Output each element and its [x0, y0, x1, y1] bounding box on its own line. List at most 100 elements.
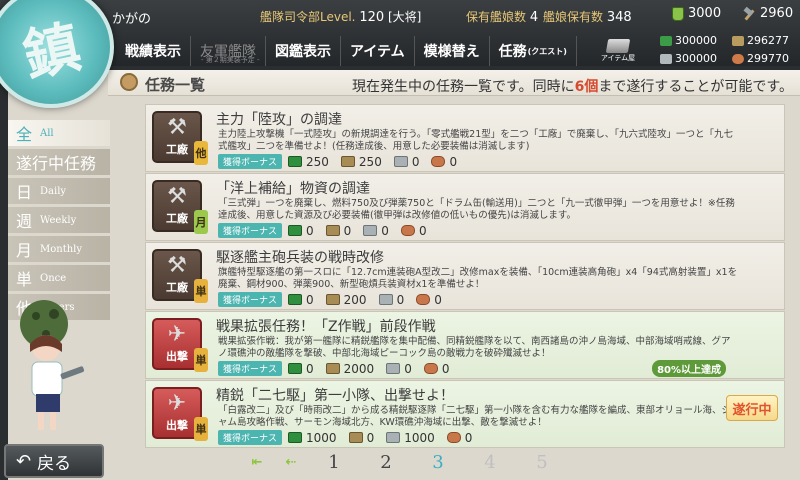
quest-type-badge: 単 [194, 348, 208, 372]
filter-tab-daily[interactable]: 日 Daily [8, 178, 110, 204]
filter-tab-monthly[interactable]: 月 Monthly [8, 236, 110, 262]
reward-value: 0 [306, 292, 314, 307]
filter-tab-en: All [40, 127, 54, 139]
in-progress-badge: 遂行中 [726, 395, 778, 421]
bonus-tag: 獲得ボーナス [218, 361, 283, 376]
reward-steel: 0 [393, 155, 419, 169]
quest-description: 戦果拡張作戦：我が第一艦隊に精鋭艦隊を集中配備、同精鋭艦隊を以て、南西諸島の沖ノ… [218, 336, 731, 359]
item-shop-label: アイテム屋 [600, 54, 636, 62]
menu-record-label: 戦績表示 [125, 44, 181, 60]
quest-girl-character [20, 300, 85, 430]
prev-page-icon[interactable]: ⇠ [274, 455, 308, 470]
bonus-tag: 獲得ボーナス [218, 223, 283, 238]
reward-value: 2000 [343, 361, 375, 376]
quest-category-label: 出撃 [166, 350, 188, 363]
quest-title: 精鋭「二七駆」第一小隊、出撃せよ！ [216, 388, 454, 404]
menu-quests-label: 任務 [498, 44, 527, 60]
steel-icon [386, 432, 401, 443]
reward-value: 0 [418, 223, 427, 238]
quest-item[interactable]: ⚒ 工廠 月 「洋上補給」物資の調達 「三式弾」一つを廃棄し、燃料750及び弾薬7… [145, 173, 785, 241]
quest-limit-number: 6個 [574, 79, 599, 95]
reward-ammo: 0 [348, 431, 374, 445]
ammo-icon [348, 432, 363, 443]
reward-ammo: 2000 [325, 361, 375, 376]
reward-fuel: 0 [288, 224, 314, 238]
steel-icon [378, 294, 393, 305]
reward-value: 0 [381, 223, 389, 238]
bonus-tag: 獲得ボーナス [218, 430, 283, 445]
bauxite-resource: 299770 [732, 52, 789, 65]
quest-item[interactable]: ⚒ 工廠 他 主力「陸攻」の調達 主力陸上攻撃機「一式陸攻」の新規調達を行う。「零… [145, 104, 785, 172]
reward-bauxite: 0 [423, 361, 450, 376]
steel-icon [386, 363, 401, 374]
quest-type-badge: 月 [194, 210, 208, 234]
hq-level-label: 艦隊司令部Level. [260, 10, 356, 24]
pagination: ⇤ ⇠ 1 2 3 4 5 [240, 452, 568, 473]
first-page-icon[interactable]: ⇤ [240, 455, 274, 470]
reward-fuel: 250 [288, 155, 329, 169]
menu-items[interactable]: アイテム [341, 36, 415, 66]
quest-type-badge: 単 [194, 417, 208, 441]
back-button[interactable]: ↶ 戻る [4, 444, 104, 478]
filter-tab-all[interactable]: 全 All [8, 120, 110, 146]
reward-ammo: 200 [325, 292, 367, 307]
filter-tab-jp: 月 [16, 241, 33, 260]
reward-value: 0 [441, 361, 450, 376]
page-1[interactable]: 1 [308, 452, 360, 473]
ship-count-label: 保有艦娘数 [466, 10, 527, 24]
plane-icon: ✈ [167, 322, 187, 347]
page-4: 4 [484, 452, 496, 473]
ammo-icon [732, 35, 744, 46]
reward-ammo: 0 [325, 224, 351, 238]
menu-friend-fleet: 友軍艦隊 - 第２期実装予定 - [191, 36, 266, 66]
menu-quests[interactable]: 任務 (クエスト) [490, 36, 577, 66]
menu-record[interactable]: 戦績表示 [116, 36, 191, 66]
bonus-tag: 獲得ボーナス [218, 292, 283, 307]
reward-value: 0 [464, 430, 473, 445]
reward-value: 0 [396, 292, 405, 307]
filter-tab-jp: 遂行中任務 [16, 154, 97, 173]
filter-tab-jp: 週 [16, 212, 33, 231]
item-shop-button[interactable]: アイテム屋 [600, 36, 636, 66]
reward-value: 200 [343, 292, 367, 307]
quest-item[interactable]: ⚒ 工廠 単 駆逐艦主砲兵装の戦時改修 旗艦特型駆逐艦の第一スロに「12.7cm連… [145, 242, 785, 310]
quest-rewards: 獲得ボーナス 0 200 0 0 [218, 292, 454, 307]
steel-resource: 300000 [660, 52, 717, 65]
quest-item[interactable]: ✈ 出撃 単 精鋭「二七駆」第一小隊、出撃せよ！ 「白露改二」及び「時雨改二」から… [145, 380, 785, 448]
steel-icon [660, 53, 672, 64]
hammer-icon: ⚒ [167, 184, 187, 209]
quest-limit-msg-before: 現在発生中の任務一覧です。同時に [352, 79, 575, 95]
reward-value: 250 [306, 154, 329, 169]
fuel-icon [288, 294, 303, 305]
menu-album[interactable]: 図鑑表示 [266, 36, 341, 66]
ammo-icon [325, 294, 340, 305]
page-2[interactable]: 2 [360, 452, 412, 473]
fuel-resource: 300000 [660, 34, 717, 47]
reward-fuel: 0 [288, 293, 314, 307]
reward-value: 0 [404, 361, 412, 376]
bauxite-icon [400, 225, 415, 236]
steel-icon [363, 225, 378, 236]
hq-level: 艦隊司令部Level. 120 [大将] [260, 8, 421, 25]
quest-title: 駆逐艦主砲兵装の戦時改修 [216, 250, 384, 266]
quest-item[interactable]: ✈ 出撃 単 戦果拡張任務！「Z作戦」前段作戦 戦果拡張作戦：我が第一艦隊に精鋭艦… [145, 311, 785, 379]
quest-title: 戦果拡張任務！「Z作戦」前段作戦 [216, 319, 436, 335]
menu-furniture-label: 模様替え [423, 44, 480, 60]
filter-tab-weekly[interactable]: 週 Weekly [8, 207, 110, 233]
reward-steel: 0 [378, 292, 405, 307]
admiral-rank: [大将] [387, 10, 422, 24]
fuel-value: 300000 [675, 34, 717, 47]
quest-title: 「洋上補給」物資の調達 [216, 181, 370, 197]
top-bar: 鎮 かがの 艦隊司令部Level. 120 [大将] 保有艦娘数 4 艦娘保有数… [0, 0, 800, 108]
fuel-icon [660, 35, 672, 46]
page-title: 任務一覧 [145, 76, 206, 94]
ship-count-value: 4 [529, 10, 539, 25]
quest-rewards: 獲得ボーナス 1000 0 1000 0 [218, 430, 484, 445]
filter-tab-en: Monthly [40, 243, 83, 255]
bauxite-value: 299770 [747, 52, 789, 65]
menu-quests-sub: (クエスト) [527, 46, 567, 56]
dev-material-icon [742, 7, 756, 21]
menu-furniture[interactable]: 模様替え [415, 36, 490, 66]
dev-material-value: 2960 [760, 6, 794, 21]
filter-tab-in-progress[interactable]: 遂行中任務 [8, 149, 110, 175]
